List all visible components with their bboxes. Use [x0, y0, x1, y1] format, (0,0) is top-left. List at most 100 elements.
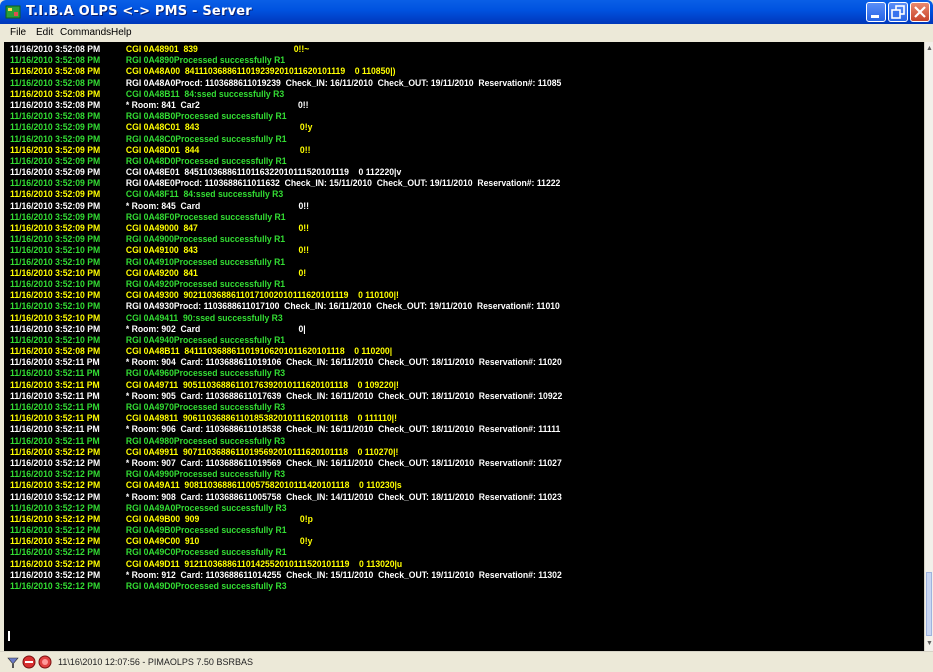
- log-line: 11/16/2010 3:52:12 PM * Room: 908 Card: 1…: [10, 491, 855, 502]
- log-message: CGI 0A49100 843 0!!: [125, 244, 310, 256]
- log-message: RGI 0A48A0Procd: 1103688611019239 Check_…: [125, 76, 562, 88]
- log-timestamp: 11/16/2010 3:52:09 PM: [10, 199, 101, 211]
- log-timestamp: 11/16/2010 3:52:09 PM: [10, 210, 101, 222]
- log-message: * Room: 905 Card: 1103688611017639 Check…: [125, 389, 563, 401]
- title-bar: T.I.B.A OLPS <-> PMS - Server: [0, 0, 933, 24]
- log-message: RGI 0A48F0Processed successfully R1: [125, 210, 286, 222]
- log-timestamp: 11/16/2010 3:52:11 PM: [10, 401, 100, 412]
- log-line: 11/16/2010 3:52:09 PM CGI 0A49000 847 0!!: [10, 222, 855, 233]
- log-message: RGI 0A4970Processed successfully R3: [125, 401, 286, 412]
- menu-bar: File Edit Commands Help: [0, 24, 933, 42]
- log-line: 11/16/2010 3:52:09 PM RGI 0A48E0Procd: 11…: [10, 177, 855, 188]
- vertical-scrollbar[interactable]: ▲ ▼: [924, 42, 933, 651]
- log-timestamp: 11/16/2010 3:52:12 PM: [10, 557, 101, 569]
- log-line: 11/16/2010 3:52:09 PM CGI 0A48D01 844 0!!: [10, 144, 855, 155]
- log-timestamp: 11/16/2010 3:52:08 PM: [10, 65, 101, 77]
- log-line: 11/16/2010 3:52:11 PM * Room: 904 Card: 1…: [10, 356, 855, 367]
- log-line: 11/16/2010 3:52:12 PM RGI 0A49A0Processed…: [10, 502, 855, 513]
- log-timestamp: 11/16/2010 3:52:12 PM: [10, 512, 101, 524]
- log-message: RGI 0A49A0Processed successfully R3: [125, 501, 287, 513]
- log-message: RGI 0A4990Processed successfully R3: [125, 468, 286, 480]
- log-line: 11/16/2010 3:52:11 PM RGI 0A4960Processed…: [10, 367, 855, 378]
- log-timestamp: 11/16/2010 3:52:09 PM: [10, 121, 101, 133]
- log-line: 11/16/2010 3:52:08 PM CGI 0A48B11 84:ssed…: [10, 88, 855, 99]
- log-timestamp: 11/16/2010 3:52:08 PM: [10, 345, 101, 357]
- close-button[interactable]: [910, 2, 930, 22]
- log-line: 11/16/2010 3:52:09 PM CGI 0A48E01 8451103…: [10, 166, 855, 177]
- log-message: RGI 0A4940Processed successfully R1: [125, 333, 286, 345]
- stop-status-icon: [22, 655, 36, 669]
- log-timestamp: 11/16/2010 3:52:12 PM: [10, 524, 101, 536]
- log-message: CGI 0A49200 841 0!: [125, 266, 307, 278]
- log-message: CGI 0A48C01 843 0!y: [125, 121, 313, 133]
- log-timestamp: 11/16/2010 3:52:12 PM: [10, 479, 101, 491]
- log-timestamp: 11/16/2010 3:52:12 PM: [10, 568, 101, 580]
- log-message: CGI 0A49000 847 0!!: [125, 222, 310, 233]
- log-line: 11/16/2010 3:52:09 PM CGI 0A48C01 843 0!y: [10, 121, 855, 132]
- log-message: RGI 0A4980Processed successfully R3: [125, 434, 286, 446]
- log-timestamp: 11/16/2010 3:52:12 PM: [10, 501, 101, 513]
- log-line: 11/16/2010 3:52:09 PM RGI 0A48D0Processed…: [10, 155, 855, 166]
- log-message: * Room: 906 Card: 1103688611018538 Check…: [125, 423, 561, 435]
- scroll-down-icon[interactable]: ▼: [926, 639, 933, 649]
- log-timestamp: 11/16/2010 3:52:09 PM: [10, 132, 101, 144]
- log-line: 11/16/2010 3:52:11 PM * Room: 905 Card: 1…: [10, 390, 855, 401]
- log-line: 11/16/2010 3:52:10 PM CGI 0A49100 843 0!!: [10, 244, 855, 255]
- log-message: CGI 0A49D11 9121103688611014255201011152…: [125, 557, 403, 569]
- log-line: 11/16/2010 3:52:12 PM CGI 0A49D11 9121103…: [10, 558, 855, 569]
- menu-help[interactable]: Help: [111, 27, 132, 38]
- log-line: 11/16/2010 3:52:08 PM CGI 0A48901 839 0!!…: [10, 43, 855, 54]
- log-message: CGI 0A49811 9061103688611018538201011162…: [125, 412, 397, 424]
- log-line: 11/16/2010 3:52:12 PM CGI 0A49B00 909 0!p: [10, 513, 855, 524]
- scroll-thumb[interactable]: [926, 572, 932, 636]
- log-message: CGI 0A49911 9071103688611019569201011162…: [125, 445, 399, 457]
- log-timestamp: 11/16/2010 3:52:11 PM: [10, 423, 100, 435]
- log-line: 11/16/2010 3:52:12 PM RGI 0A49B0Processed…: [10, 524, 855, 535]
- close-icon: [914, 6, 926, 18]
- log-timestamp: 11/16/2010 3:52:12 PM: [10, 456, 101, 468]
- log-timestamp: 11/16/2010 3:52:10 PM: [10, 266, 101, 278]
- log-message: CGI 0A48B11 8411103688611019106201011620…: [125, 345, 393, 357]
- minimize-button[interactable]: [866, 2, 886, 22]
- log-message: CGI 0A48E01 8451103688611011632201011152…: [125, 166, 402, 178]
- log-timestamp: 11/16/2010 3:52:08 PM: [10, 43, 101, 54]
- log-console[interactable]: 11/16/2010 3:52:08 PM CGI 0A48901 839 0!!…: [4, 42, 928, 651]
- log-timestamp: 11/16/2010 3:52:08 PM: [10, 110, 101, 122]
- log-line: 11/16/2010 3:52:10 PM CGI 0A49200 841 0!: [10, 267, 855, 278]
- error-status-icon: [38, 655, 52, 669]
- status-text: 11\16\2010 12:07:56 - PIMAOLPS 7.50 BSRB…: [58, 657, 253, 667]
- scroll-up-icon[interactable]: ▲: [926, 44, 933, 54]
- log-message: RGI 0A49B0Processed successfully R1: [125, 524, 287, 536]
- log-timestamp: 11/16/2010 3:52:10 PM: [10, 311, 101, 323]
- log-timestamp: 11/16/2010 3:52:09 PM: [10, 154, 101, 166]
- log-timestamp: 11/16/2010 3:52:09 PM: [10, 233, 101, 245]
- log-timestamp: 11/16/2010 3:52:10 PM: [10, 289, 101, 301]
- log-line: 11/16/2010 3:52:10 PM CGI 0A49411 90:ssed…: [10, 312, 855, 323]
- log-line: 11/16/2010 3:52:10 PM RGI 0A4940Processed…: [10, 334, 855, 345]
- log-message: * Room: 904 Card: 1103688611019106 Check…: [125, 356, 562, 368]
- menu-edit[interactable]: Edit: [36, 27, 53, 38]
- log-message: CGI 0A49C00 910 0!y: [125, 535, 313, 547]
- log-line: 11/16/2010 3:52:12 PM CGI 0A49911 9071103…: [10, 446, 855, 457]
- log-message: CGI 0A48F11 84:ssed successfully R3: [125, 188, 284, 200]
- log-line: 11/16/2010 3:52:12 PM CGI 0A49C00 910 0!y: [10, 535, 855, 546]
- log-line: 11/16/2010 3:52:08 PM RGI 0A48A0Procd: 11…: [10, 77, 855, 88]
- maximize-button[interactable]: [888, 2, 908, 22]
- log-line: 11/16/2010 3:52:10 PM RGI 0A4920Processed…: [10, 278, 855, 289]
- log-timestamp: 11/16/2010 3:52:10 PM: [10, 255, 101, 267]
- status-bar: 11\16\2010 12:07:56 - PIMAOLPS 7.50 BSRB…: [0, 651, 933, 672]
- log-message: RGI 0A48E0Procd: 1103688611011632 Check_…: [125, 177, 561, 189]
- menu-commands[interactable]: Commands: [60, 27, 111, 38]
- log-timestamp: 11/16/2010 3:52:12 PM: [10, 546, 101, 558]
- log-message: RGI 0A48C0Processed successfully R1: [125, 132, 287, 144]
- log-message: RGI 0A49D0Processed successfully R3: [125, 580, 287, 591]
- log-timestamp: 11/16/2010 3:52:08 PM: [10, 54, 101, 66]
- log-message: CGI 0A49A11 9081103688611005758201011142…: [125, 479, 402, 491]
- log-message: RGI 0A48D0Processed successfully R1: [125, 154, 287, 166]
- log-timestamp: 11/16/2010 3:52:10 PM: [10, 322, 101, 334]
- log-lines: 11/16/2010 3:52:08 PM CGI 0A48901 839 0!!…: [10, 43, 928, 591]
- log-line: 11/16/2010 3:52:12 PM RGI 0A49C0Processed…: [10, 546, 855, 557]
- log-line: 11/16/2010 3:52:08 PM * Room: 841 Car2 0!…: [10, 99, 855, 110]
- log-timestamp: 11/16/2010 3:52:12 PM: [10, 490, 101, 502]
- menu-file[interactable]: File: [10, 27, 26, 38]
